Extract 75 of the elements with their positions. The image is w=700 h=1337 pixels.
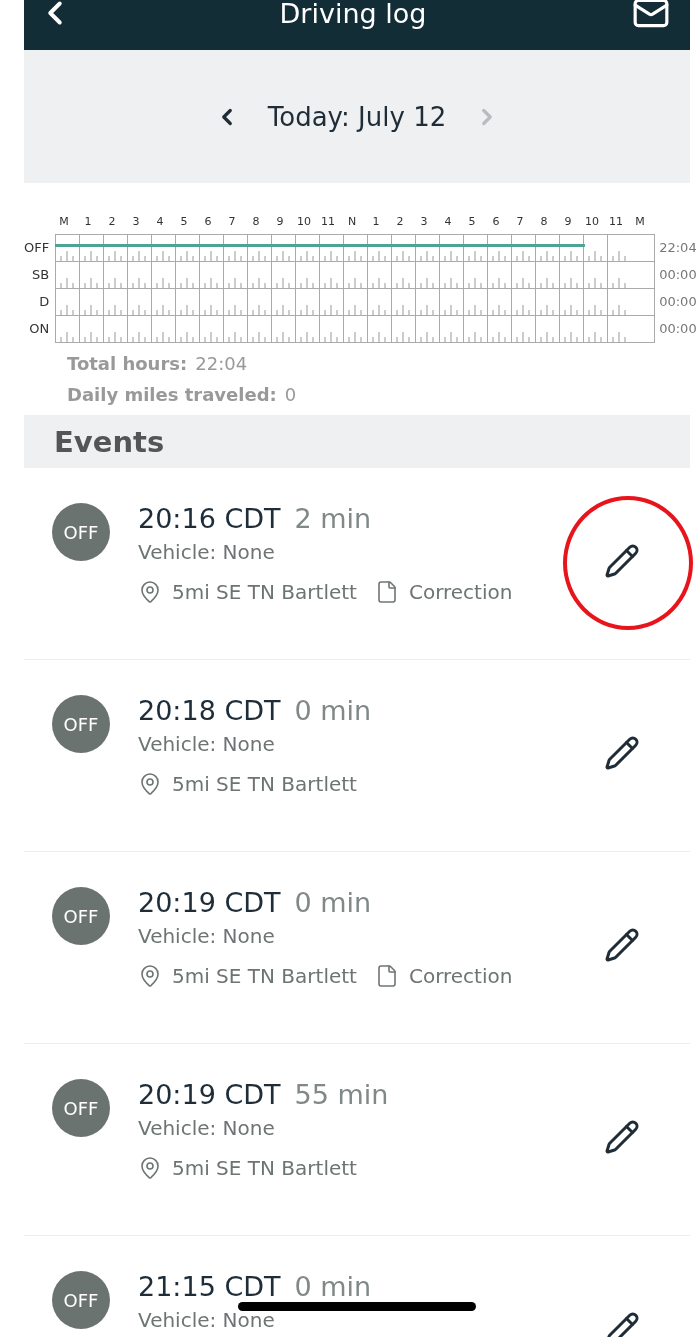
status-total: 00:00 — [659, 293, 697, 311]
hour-label: 6 — [491, 215, 501, 228]
location-pin-icon — [138, 964, 162, 988]
event-vehicle: Vehicle: None — [138, 924, 276, 948]
status-badge: OFF — [52, 1271, 110, 1329]
hour-label: 3 — [131, 215, 141, 228]
hour-label: 1 — [83, 215, 93, 228]
hour-label: 3 — [419, 215, 429, 228]
event-duration: 0 min — [294, 1271, 372, 1302]
hour-label: M — [634, 215, 646, 228]
edit-button[interactable] — [604, 1311, 640, 1337]
event-vehicle: Vehicle: None — [138, 732, 276, 756]
event-note: Correction — [408, 964, 513, 988]
hour-label: 4 — [443, 215, 453, 228]
summary-label: Total hours: — [67, 353, 188, 374]
hour-label: 1 — [371, 215, 381, 228]
event-time: 20:19 CDT — [138, 887, 281, 918]
event-time: 20:18 CDT — [138, 695, 281, 726]
hour-label: 9 — [275, 215, 285, 228]
event-location: 5mi SE TN Bartlett — [172, 580, 357, 604]
hour-label: 8 — [251, 215, 261, 228]
event-duration: 2 min — [294, 503, 372, 534]
status-badge: OFF — [52, 1079, 110, 1137]
event-duration: 0 min — [294, 887, 372, 918]
event-vehicle: Vehicle: None — [138, 1116, 276, 1140]
edit-button[interactable] — [604, 927, 640, 963]
hour-label: M — [58, 215, 70, 228]
status-total: 00:00 — [659, 320, 697, 338]
hour-label: 5 — [179, 215, 189, 228]
event-duration: 0 min — [294, 695, 372, 726]
hour-label: 4 — [155, 215, 165, 228]
status-badge: OFF — [52, 695, 110, 753]
hour-label: 10 — [296, 215, 312, 228]
status-badge: OFF — [52, 887, 110, 945]
hour-label: 2 — [395, 215, 405, 228]
event-location: 5mi SE TN Bartlett — [172, 772, 357, 796]
edit-button[interactable] — [604, 1119, 640, 1155]
hour-label: 7 — [515, 215, 525, 228]
event-vehicle: Vehicle: None — [138, 540, 276, 564]
status-label: D — [38, 293, 50, 311]
status-badge: OFF — [52, 503, 110, 561]
date-label: Today: July 12 — [267, 101, 447, 132]
event-duration: 55 min — [294, 1079, 389, 1110]
event-location: 5mi SE TN Bartlett — [172, 964, 357, 988]
event-time: 21:15 CDT — [138, 1271, 281, 1302]
event-vehicle: Vehicle: None — [138, 1308, 276, 1332]
status-label: SB — [31, 266, 50, 284]
status-label: ON — [28, 320, 50, 338]
event-location: 5mi SE TN Bartlett — [172, 1156, 357, 1180]
hour-label: N — [346, 215, 358, 228]
event-time: 20:19 CDT — [138, 1079, 281, 1110]
location-pin-icon — [138, 772, 162, 796]
summary-value: 0 — [284, 384, 297, 405]
status-total: 00:00 — [659, 266, 697, 284]
hour-label: 11 — [320, 215, 336, 228]
event-time: 20:16 CDT — [138, 503, 281, 534]
status-total: 22:04 — [659, 239, 697, 257]
hour-label: 8 — [539, 215, 549, 228]
hour-label: 11 — [608, 215, 624, 228]
hour-label: 9 — [563, 215, 573, 228]
status-label: OFF — [24, 239, 50, 257]
summary-label: Daily miles traveled: — [67, 384, 277, 405]
hour-label: 10 — [584, 215, 600, 228]
hour-label: 2 — [107, 215, 117, 228]
edit-button[interactable] — [604, 735, 640, 771]
location-pin-icon — [138, 580, 162, 604]
events-title: Events — [54, 424, 165, 459]
hour-label: 5 — [467, 215, 477, 228]
event-note: Correction — [408, 580, 513, 604]
edit-button[interactable] — [604, 543, 640, 579]
hour-label: 6 — [203, 215, 213, 228]
page-title: Driving log — [279, 0, 427, 29]
hour-label: 7 — [227, 215, 237, 228]
summary-value: 22:04 — [195, 353, 248, 374]
location-pin-icon — [138, 1156, 162, 1180]
